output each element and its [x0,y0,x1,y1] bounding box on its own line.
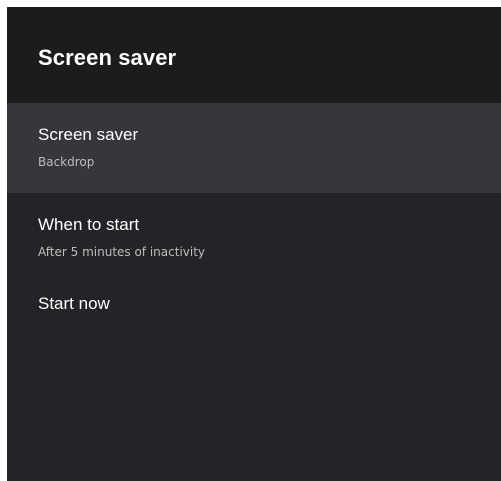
setting-item-when-to-start[interactable]: When to start After 5 minutes of inactiv… [7,193,501,283]
screen-saver-settings-panel: Screen saver Screen saver Backdrop When … [7,7,501,481]
settings-header: Screen saver [7,7,501,103]
page-title: Screen saver [38,45,177,70]
setting-item-subtitle: After 5 minutes of inactivity [38,245,206,259]
setting-item-title: Start now [38,294,110,313]
setting-item-title: Screen saver [38,125,139,144]
settings-list: Screen saver Backdrop When to start Afte… [7,103,501,343]
setting-item-subtitle: Backdrop [38,155,95,169]
setting-item-screen-saver[interactable]: Screen saver Backdrop [7,103,501,193]
setting-item-title: When to start [38,215,140,234]
setting-item-start-now[interactable]: Start now [7,283,501,343]
